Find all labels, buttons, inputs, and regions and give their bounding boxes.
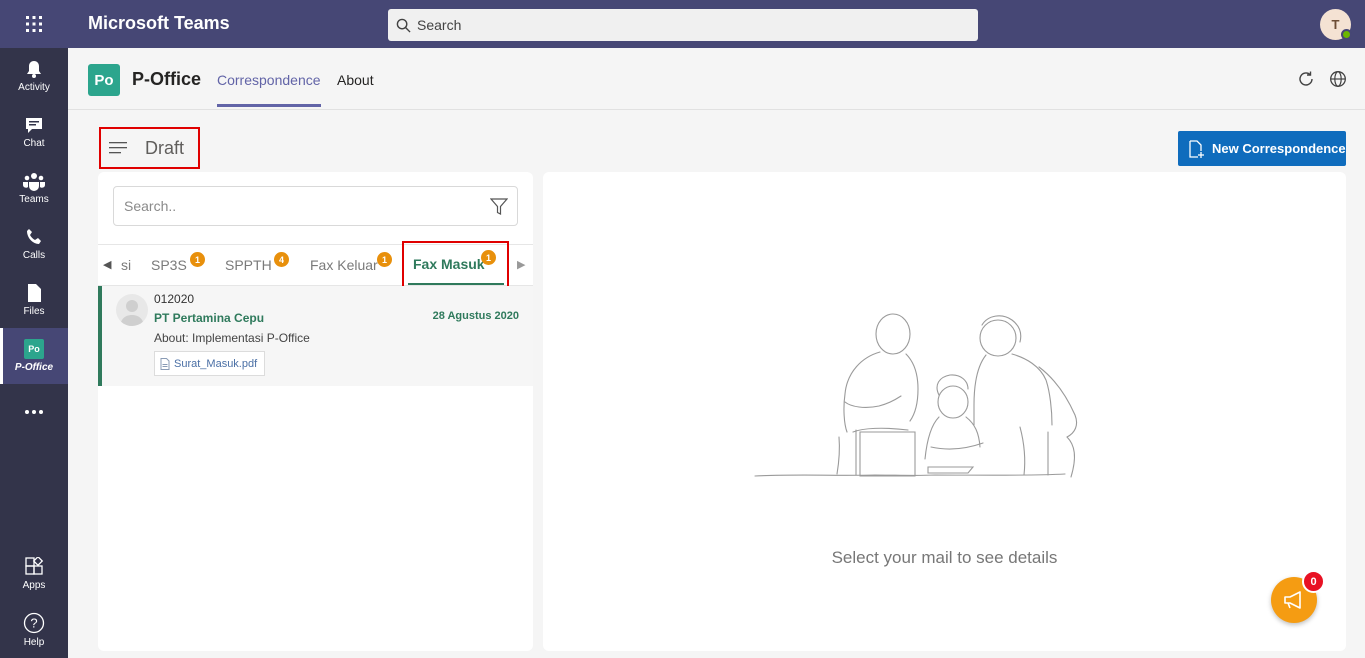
phone-icon [27,229,41,244]
rail-label: Calls [22,250,46,261]
poffice-icon: Po [24,339,44,359]
attachment-filename: Surat_Masuk.pdf [174,357,258,370]
rail-item-poffice[interactable]: Po P-Office [0,328,68,384]
apps-icon [25,557,44,575]
rail-label: Chat [23,138,45,149]
tab-underline [408,283,504,285]
rail-item-teams[interactable]: Teams [0,160,68,216]
tab-partial[interactable]: si [121,257,131,273]
tab-fax-keluar[interactable]: Fax Keluar [310,257,378,273]
chat-icon [26,118,42,133]
filter-icon[interactable] [490,198,508,215]
notification-count-badge: 0 [1302,570,1325,593]
rail-item-chat[interactable]: Chat [0,104,68,160]
mail-search-box [113,186,518,226]
scroll-left-arrow-icon[interactable]: ◀ [103,258,111,271]
teams-topbar: Microsoft Teams Search T [0,0,1365,48]
bell-icon [27,61,41,78]
global-search-input[interactable]: Search [388,9,978,41]
mail-date: 28 Agustus 2020 [432,310,519,322]
app-title: Microsoft Teams [88,13,230,33]
tab-correspondence[interactable]: Correspondence [217,72,321,107]
mail-search-input[interactable] [124,198,464,214]
left-app-rail: Activity Chat Teams Calls Files Po P-Off… [0,48,68,658]
mail-list-item[interactable]: 012020 PT Pertamina Cepu 28 Agustus 2020… [98,286,533,386]
tab-about[interactable]: About [337,72,374,88]
more-icon [25,410,43,414]
rail-label: Help [23,637,45,648]
mail-detail-panel: Select your mail to see details [543,172,1346,651]
megaphone-icon [1284,591,1301,609]
globe-icon[interactable] [1329,70,1347,88]
rail-item-files[interactable]: Files [0,272,68,328]
rail-item-activity[interactable]: Activity [0,48,68,104]
svg-text:?: ? [30,616,37,631]
app-launcher-icon[interactable] [0,0,68,48]
rail-item-help[interactable]: ? Help [0,602,68,658]
attachment-chip[interactable]: Surat_Masuk.pdf [154,351,266,376]
rail-label: Teams [19,194,49,205]
teams-icon [23,173,45,191]
tab-badge: 1 [377,252,392,267]
draft-section-header: Draft [99,127,200,169]
app-header: Po P-Office Correspondence About [68,48,1365,110]
tab-badge: 1 [481,250,496,265]
presence-available-icon [1341,29,1352,40]
section-title: Draft [145,137,185,158]
category-tabs: ◀ si SP3S 1 SPPTH 4 Fax Keluar 1 Fax Mas… [98,241,533,288]
tab-fax-masuk[interactable]: Fax Masuk [413,256,485,272]
new-correspondence-button[interactable]: New Correspondence [1178,131,1346,166]
rail-label: Apps [22,580,46,591]
rail-label: P-Office [14,362,54,373]
search-placeholder: Search [417,17,462,33]
rail-item-apps[interactable]: Apps [0,546,68,602]
sender-avatar-icon [116,294,148,326]
empty-state-message: Select your mail to see details [831,548,1058,567]
hamburger-menu-icon[interactable] [109,142,127,154]
pdf-file-icon [160,357,170,370]
new-document-icon [1189,139,1204,158]
tab-badge: 1 [190,252,205,267]
poffice-logo: Po [88,64,120,96]
app-name: P-Office [132,69,202,89]
mail-sender: PT Pertamina Cepu [154,311,265,325]
new-button-label: New Correspondence [1212,141,1346,156]
refresh-icon[interactable] [1297,70,1315,88]
rail-item-calls[interactable]: Calls [0,216,68,272]
tab-sp3s[interactable]: SP3S [151,257,187,273]
tab-sppth[interactable]: SPPTH [225,257,272,273]
mail-id: 012020 [154,292,195,306]
rail-label: Activity [18,82,50,93]
mail-list-panel: ◀ si SP3S 1 SPPTH 4 Fax Keluar 1 Fax Mas… [98,172,533,651]
file-icon [28,284,41,302]
mail-about: About: Implementasi P-Office [154,331,310,345]
team-illustration [754,313,1078,478]
scroll-right-arrow-icon[interactable]: ▶ [517,258,525,271]
help-icon: ? [23,612,45,634]
rail-label: Files [23,306,45,317]
tab-badge: 4 [274,252,289,267]
rail-item-more[interactable] [0,384,68,440]
search-icon [396,18,411,33]
